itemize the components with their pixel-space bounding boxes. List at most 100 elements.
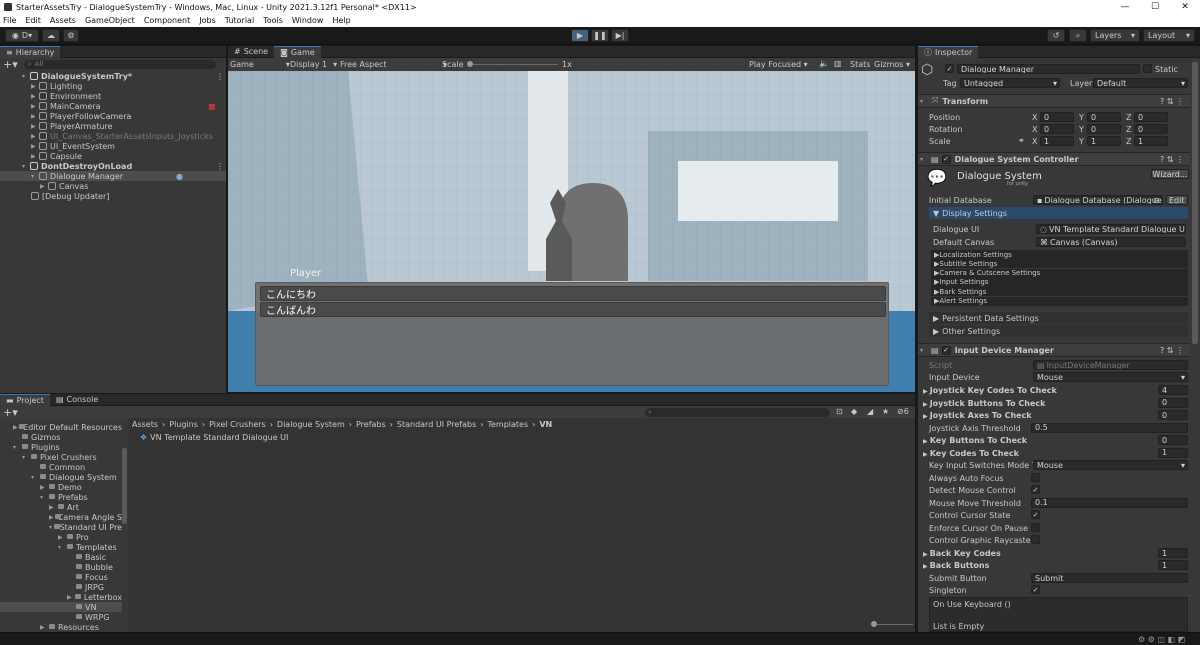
component-menu-icons[interactable]: ? ⇅ ⋮ <box>1160 346 1184 355</box>
idm-row-value[interactable]: 1 <box>1158 447 1188 458</box>
chevron-down-icon[interactable]: ▾ <box>22 454 30 461</box>
folder-item[interactable]: ▶ Editor Default Resources <box>0 422 122 432</box>
initial-database-field[interactable]: ▪ Dialogue Database (Dialogue Da <box>1033 195 1163 205</box>
folder-item[interactable]: Bubble <box>0 562 122 572</box>
settings-foldout[interactable]: ▶ Subtitle Settings <box>931 259 1188 269</box>
chevron-right-icon[interactable]: ▶ <box>49 504 57 511</box>
idm-row-label[interactable]: ▶ Joystick Axes To Check <box>923 411 1032 420</box>
more-options-icon[interactable]: ⋮ <box>216 162 224 171</box>
idm-enabled-checkbox[interactable]: ✓ <box>941 345 951 355</box>
stats-button[interactable]: Stats <box>850 60 870 69</box>
idm-row-label[interactable]: ▶ Joystick Key Codes To Check <box>923 386 1057 395</box>
scale-x-field[interactable]: 1 <box>1040 136 1074 146</box>
history-button[interactable]: ↺ <box>1047 29 1065 42</box>
idm-header[interactable]: ▾ ▤ ✓ Input Device Manager ? ⇅ ⋮ <box>918 343 1190 357</box>
filter-search-icon[interactable]: ◢ <box>867 407 873 416</box>
chevron-down-icon[interactable]: ▾ <box>31 474 39 481</box>
settings-foldout[interactable]: ▶ Bark Settings <box>931 287 1188 297</box>
chevron-right-icon[interactable]: ▶ <box>31 133 39 140</box>
idm-row-value[interactable]: 4 <box>1158 385 1188 395</box>
shortcuts-icon[interactable]: ▥ <box>834 59 842 68</box>
hierarchy-item-canvas[interactable]: ▶ Canvas <box>0 181 226 191</box>
folder-item[interactable]: WRPG <box>0 612 122 622</box>
back-key-codes-size[interactable]: 1 <box>1158 548 1188 558</box>
settings-foldout[interactable]: ▶ Camera & Cutscene Settings <box>931 268 1188 278</box>
asset-item[interactable]: ❖ VN Template Standard Dialogue UI <box>140 432 288 442</box>
idm-row-value[interactable]: 0 <box>1158 410 1188 420</box>
play-button[interactable]: ▶ <box>571 29 589 42</box>
chevron-right-icon[interactable]: ▶ <box>67 594 74 601</box>
status-icons[interactable]: ⚙ ⚙ ◫ ◧ ◩ <box>1138 635 1185 644</box>
component-menu-icons[interactable]: ? ⇅ ⋮ <box>1160 97 1184 106</box>
chevron-right-icon[interactable]: ▶ <box>40 484 48 491</box>
chevron-right-icon[interactable]: ▶ <box>31 83 39 90</box>
idm-row-label[interactable]: ▶ Key Codes To Check <box>923 449 1019 458</box>
hierarchy-scene-dontdestroyonload[interactable]: ▾ DontDestroyOnLoad ⋮ <box>0 161 226 171</box>
chevron-down-icon[interactable]: ▾ <box>22 163 30 170</box>
tag-dropdown[interactable]: Untagged ▾ <box>960 78 1060 88</box>
hierarchy-item[interactable]: ▶ MainCamera ■ <box>0 101 226 111</box>
mute-audio-icon[interactable]: 🔈 <box>819 59 829 68</box>
tab-game[interactable]: ◙ Game <box>274 45 321 58</box>
breadcrumb-item[interactable]: Standard UI Prefabs <box>397 420 476 429</box>
settings-foldout[interactable]: ▶ Localization Settings <box>931 250 1188 259</box>
layers-dropdown[interactable]: Layers ▾ <box>1090 29 1140 42</box>
object-picker-icon[interactable]: ⊙ <box>1153 196 1160 205</box>
wizard-button[interactable]: Wizard... <box>1151 169 1189 179</box>
hierarchy-scene-dialoguesystemtry[interactable]: ▾ DialogueSystemTry* ⋮ <box>0 71 226 81</box>
input-device-dropdown[interactable]: Mouse ▾ <box>1033 372 1188 382</box>
icon-size-slider[interactable] <box>871 621 913 627</box>
tab-console[interactable]: ▤ Console <box>50 394 104 406</box>
singleton-checkbox[interactable]: ✓ <box>1031 585 1040 594</box>
object-name-field[interactable]: Dialogue Manager <box>957 64 1140 74</box>
rotation-y-field[interactable]: 0 <box>1087 124 1121 134</box>
hierarchy-item[interactable]: ▶ PlayerArmature <box>0 121 226 131</box>
rotation-x-field[interactable]: 0 <box>1040 124 1074 134</box>
menu-tutorial[interactable]: Tutorial <box>225 16 254 25</box>
folder-item[interactable]: ▾ Prefabs <box>0 492 122 502</box>
idm-row-value[interactable]: 0 <box>1158 397 1188 408</box>
static-checkbox[interactable] <box>1143 64 1152 73</box>
game-mode-dropdown[interactable]: Game ▾ <box>230 60 290 69</box>
position-x-field[interactable]: 0 <box>1040 112 1074 122</box>
hierarchy-item[interactable]: ▶ Capsule <box>0 151 226 161</box>
settings-foldout[interactable]: ▶ Alert Settings <box>931 296 1188 306</box>
idm-option-checkbox[interactable]: ✓ <box>1031 485 1040 495</box>
tab-hierarchy[interactable]: ≡ Hierarchy <box>0 45 61 58</box>
maximize-button[interactable]: ☐ <box>1140 0 1170 14</box>
search-button[interactable]: ⌕ <box>1069 29 1087 42</box>
chevron-down-icon[interactable]: ▾ <box>31 173 39 180</box>
folder-item[interactable]: ▾ Templates <box>0 542 122 552</box>
add-button[interactable]: +▾ <box>3 58 18 71</box>
folder-item[interactable]: VN <box>0 602 122 612</box>
more-options-icon[interactable]: ⋮ <box>216 72 224 81</box>
submit-button-field[interactable]: Submit <box>1031 573 1188 583</box>
menu-edit[interactable]: Edit <box>25 16 41 25</box>
rotation-z-field[interactable]: 0 <box>1134 124 1168 134</box>
folder-item[interactable]: ▶ Demo <box>0 482 122 492</box>
persistent-data-settings-foldout[interactable]: ▶ Persistent Data Settings <box>929 312 1188 324</box>
breadcrumb-item[interactable]: VN <box>539 420 552 429</box>
chevron-right-icon[interactable]: ▶ <box>40 183 48 190</box>
menu-gameobject[interactable]: GameObject <box>85 16 135 25</box>
idm-row-value[interactable]: 0.5 <box>1031 422 1188 433</box>
idm-row-value[interactable]: 0 <box>1158 435 1188 445</box>
settings-foldout[interactable]: ▶ Input Settings <box>931 277 1188 287</box>
menu-tools[interactable]: Tools <box>263 16 283 25</box>
chevron-right-icon[interactable]: ▶ <box>31 93 39 100</box>
key-input-switch-dropdown[interactable]: Mouse ▾ <box>1033 460 1188 470</box>
chevron-down-icon[interactable]: ▾ <box>40 494 48 501</box>
hierarchy-search-input[interactable]: ⌕ All <box>23 59 216 69</box>
scale-z-field[interactable]: 1 <box>1134 136 1168 146</box>
chevron-right-icon[interactable]: ▶ <box>31 123 39 130</box>
favorite-icon[interactable]: ★ <box>882 407 889 416</box>
folder-item[interactable]: Basic <box>0 552 122 562</box>
tab-project[interactable]: ▬ Project <box>0 393 50 406</box>
folder-item[interactable]: JRPG <box>0 582 122 592</box>
folder-item[interactable]: ▶ Camera Angle S <box>0 512 122 522</box>
back-key-codes-foldout[interactable]: ▶ Back Key Codes <box>923 549 1001 558</box>
menu-help[interactable]: Help <box>332 16 350 25</box>
idm-option-checkbox[interactable] <box>1031 473 1040 482</box>
folder-item[interactable]: Common <box>0 462 122 472</box>
dsc-enabled-checkbox[interactable]: ✓ <box>941 154 951 164</box>
